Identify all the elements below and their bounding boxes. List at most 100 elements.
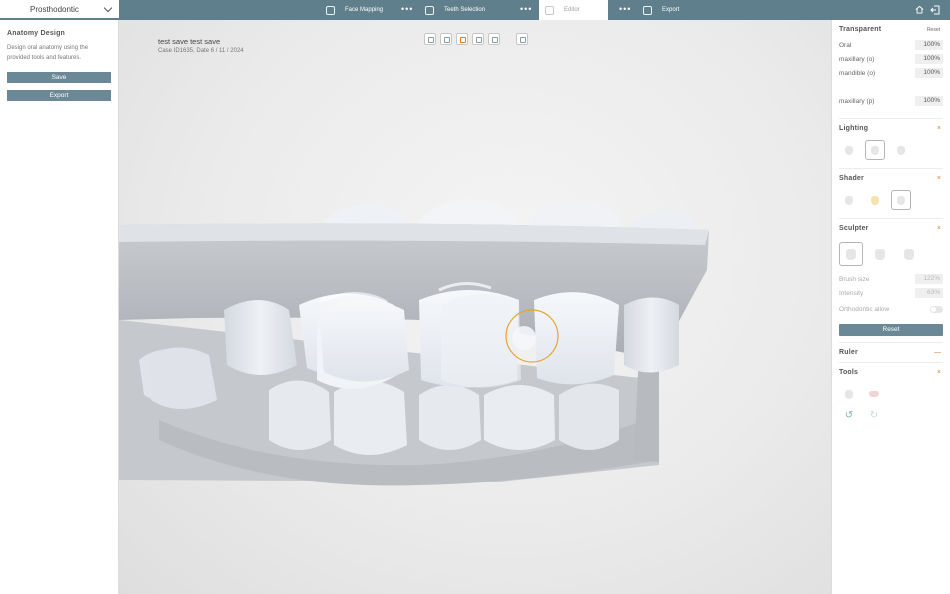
- view-left-icon[interactable]: [440, 33, 452, 45]
- intensity-value[interactable]: 63%: [915, 288, 943, 298]
- tooth-icon: [897, 145, 905, 155]
- tooth-icon: [845, 389, 853, 399]
- tools-section: Tools × ↺ ↻: [839, 363, 943, 427]
- export-doc-icon: [643, 5, 652, 15]
- transparency-value[interactable]: 100%: [915, 40, 943, 50]
- view-front-icon[interactable]: [456, 33, 468, 45]
- section-title: Sculpter: [839, 225, 869, 232]
- tooth-icon: [897, 195, 905, 205]
- more-icon[interactable]: •••: [619, 0, 631, 20]
- undo-icon[interactable]: ↺: [839, 410, 859, 421]
- step-face-mapping[interactable]: Face Mapping: [326, 0, 383, 20]
- save-button[interactable]: Save: [7, 72, 111, 83]
- lighting-section: Lighting ×: [839, 119, 943, 169]
- mode-dropdown[interactable]: Prosthodontic: [0, 0, 119, 20]
- close-icon[interactable]: ×: [937, 225, 941, 232]
- redo-icon[interactable]: ↻: [864, 410, 884, 421]
- brush-size-value[interactable]: 122%: [915, 274, 943, 284]
- row-label: maxillary (o): [839, 55, 875, 63]
- step-export[interactable]: Export: [643, 0, 679, 20]
- close-icon[interactable]: ×: [937, 369, 941, 376]
- transparency-value[interactable]: 100%: [915, 54, 943, 64]
- tooth-icon: [871, 145, 879, 155]
- ruler-section: Ruler —: [839, 343, 943, 363]
- panel-description: Design oral anatomy using the provided t…: [7, 45, 89, 61]
- view-lower-icon[interactable]: [424, 33, 436, 45]
- step-editor[interactable]: Editor: [539, 0, 608, 20]
- face-scan-icon: [326, 5, 335, 15]
- sculpter-reset-button[interactable]: Reset: [839, 324, 943, 336]
- tooth-icon: [845, 145, 853, 155]
- tooth-icon: [904, 248, 914, 260]
- transparency-row: mandible (o) 100%: [839, 66, 943, 80]
- view-right-icon[interactable]: [472, 33, 484, 45]
- intensity-row: Intensity 63%: [839, 286, 943, 300]
- view-upper-icon[interactable]: [488, 33, 500, 45]
- orthodontic-toggle[interactable]: [930, 305, 943, 313]
- step-label: Teeth Selection: [444, 7, 486, 13]
- light-right-icon[interactable]: [891, 140, 911, 160]
- close-icon[interactable]: ×: [937, 175, 941, 182]
- view-toolbar: [424, 33, 528, 45]
- brush-size-row: Brush size 122%: [839, 272, 943, 286]
- row-label: maxillary (p): [839, 97, 875, 105]
- tooth-icon: [846, 248, 856, 260]
- export-button[interactable]: Export: [7, 90, 111, 101]
- 3d-viewport[interactable]: test save test save Case ID1635, Date 6 …: [119, 20, 831, 594]
- exit-icon[interactable]: [930, 5, 940, 15]
- sculpt-smooth-icon[interactable]: [839, 242, 863, 266]
- transparency-value[interactable]: 100%: [915, 96, 943, 106]
- transparency-row: maxillary (p) 100%: [839, 94, 943, 108]
- collapse-icon[interactable]: —: [934, 349, 941, 356]
- tooth-icon: [845, 195, 853, 205]
- mode-label: Prosthodontic: [30, 4, 79, 14]
- chevron-down-icon: [103, 3, 113, 12]
- light-front-icon[interactable]: [865, 140, 885, 160]
- transparency-row: Oral 100%: [839, 38, 943, 52]
- gum-icon: [869, 391, 879, 397]
- step-label: Editor: [564, 7, 580, 13]
- top-bar: Prosthodontic Face Mapping ••• Teeth Sel…: [0, 0, 950, 20]
- step-label: Export: [662, 7, 680, 13]
- more-icon[interactable]: •••: [401, 0, 413, 20]
- transparent-reset-link[interactable]: Reset: [927, 27, 940, 33]
- shader-section: Shader ×: [839, 169, 943, 219]
- case-info: Case ID1635, Date 6 / 11 / 2024: [158, 48, 244, 54]
- transparency-value[interactable]: 100%: [915, 68, 943, 78]
- transparency-row: maxillary (o) 100%: [839, 52, 943, 66]
- row-label: Brush size: [839, 275, 870, 283]
- section-title: Ruler: [839, 349, 858, 356]
- shader-color-icon[interactable]: [865, 190, 885, 210]
- tooth-edit-icon: [545, 5, 554, 15]
- tooth-icon: [875, 248, 885, 260]
- row-label: Oral: [839, 41, 852, 49]
- face-view-icon[interactable]: [516, 33, 528, 45]
- home-icon[interactable]: [915, 5, 924, 14]
- light-left-icon[interactable]: [839, 140, 859, 160]
- shader-white-icon[interactable]: [891, 190, 911, 210]
- gum-tool-icon[interactable]: [864, 384, 884, 404]
- sculpt-remove-icon[interactable]: [897, 242, 921, 266]
- sculpt-add-icon[interactable]: [868, 242, 892, 266]
- more-icon[interactable]: •••: [520, 0, 532, 20]
- step-label: Face Mapping: [345, 7, 384, 13]
- row-label: Intensity: [839, 289, 864, 297]
- section-title: Tools: [839, 369, 859, 376]
- case-title: test save test save: [158, 37, 221, 46]
- dental-model[interactable]: [119, 20, 831, 594]
- close-icon[interactable]: ×: [937, 125, 941, 132]
- panel-title: Anatomy Design: [7, 30, 66, 37]
- teeth-grid-icon: [425, 5, 434, 15]
- orthodontic-row: Orthodontic allow: [839, 300, 943, 318]
- section-title: Lighting: [839, 125, 869, 132]
- transparent-section: Transparent Reset Oral 100% maxillary (o…: [839, 20, 943, 119]
- step-teeth-selection[interactable]: Teeth Selection: [425, 0, 485, 20]
- section-title: Shader: [839, 175, 864, 182]
- row-label: mandible (o): [839, 69, 876, 77]
- left-panel: Anatomy Design Design oral anatomy using…: [0, 20, 119, 594]
- shader-natural-icon[interactable]: [839, 190, 859, 210]
- tooth-tool-icon[interactable]: [839, 384, 859, 404]
- row-label: Orthodontic allow: [839, 305, 890, 313]
- tooth-icon: [871, 195, 879, 205]
- sculpter-section: Sculpter × Brush size 122% Intensity 63%…: [839, 219, 943, 343]
